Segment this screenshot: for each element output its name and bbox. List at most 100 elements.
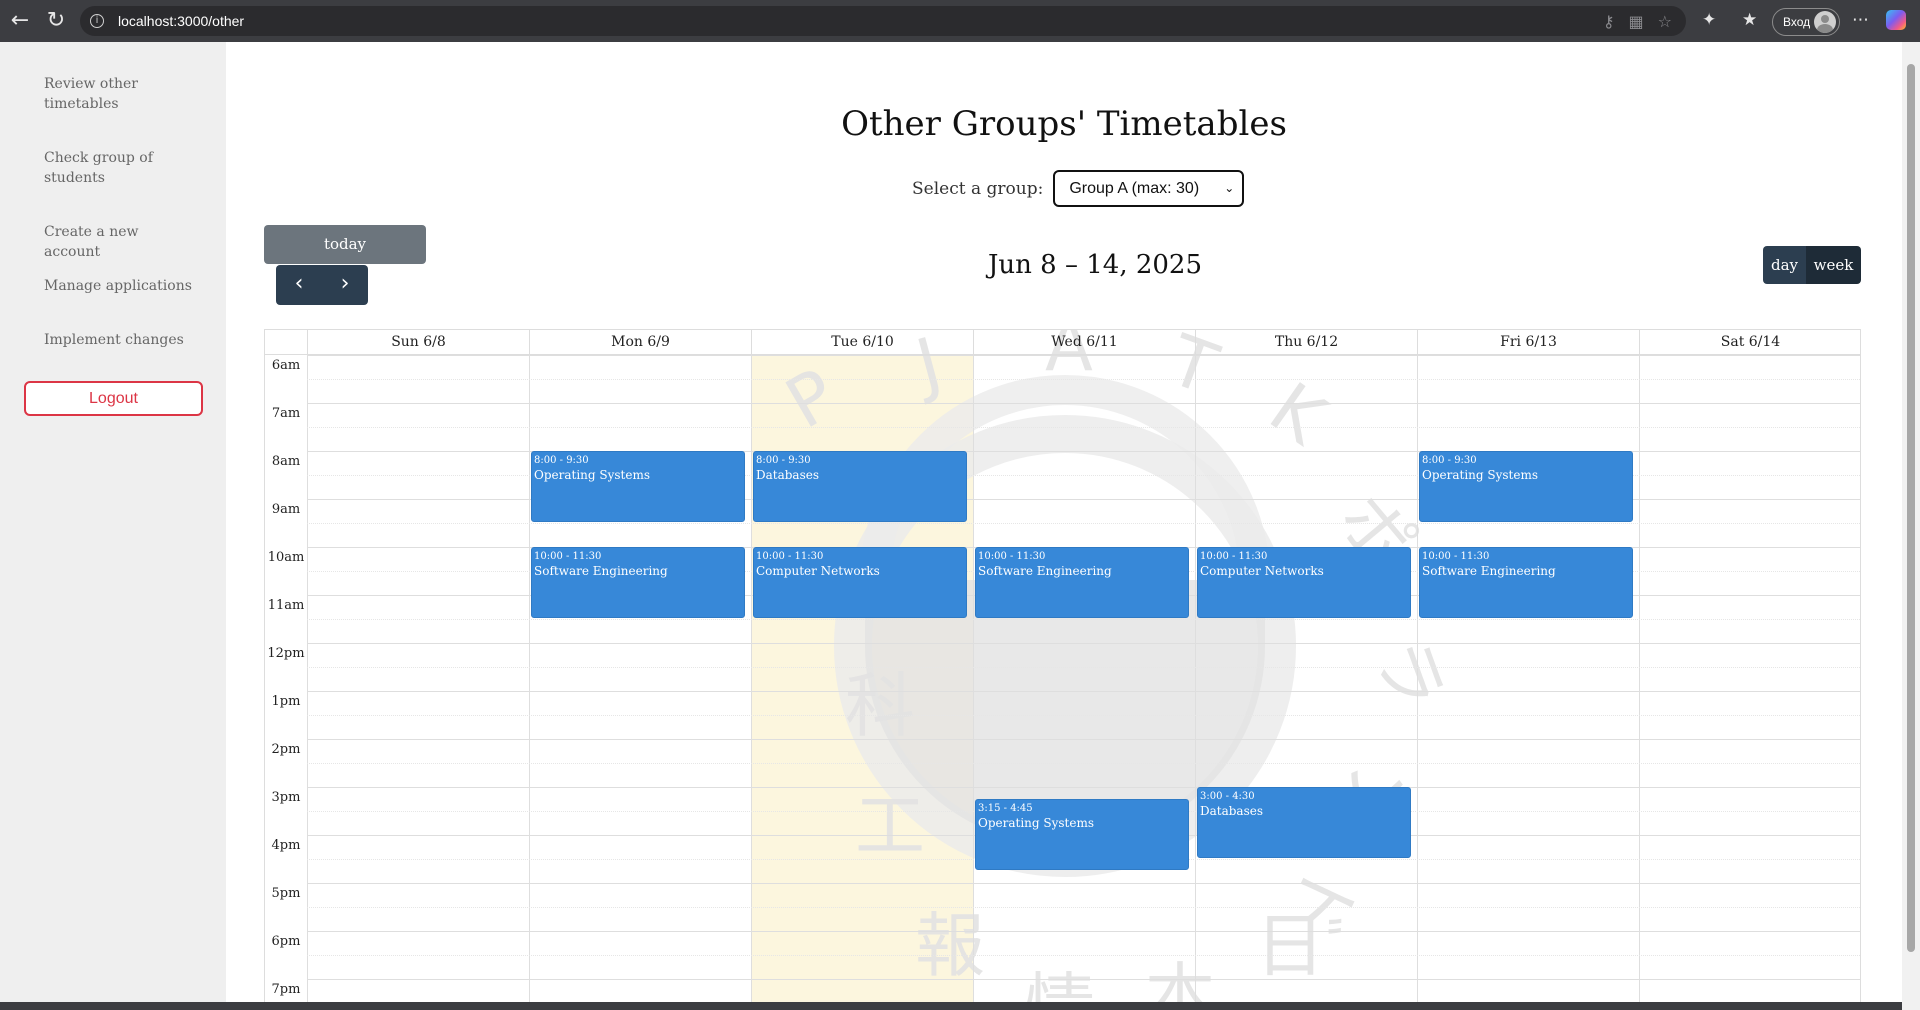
group-select-label: Select a group: bbox=[912, 178, 1044, 199]
half-hour-line bbox=[307, 907, 1860, 908]
day-column-header: Fri 6/13 bbox=[1417, 330, 1639, 355]
event-title: Operating Systems bbox=[978, 816, 1095, 830]
day-column-header: Tue 6/10 bbox=[751, 330, 973, 355]
scrollbar-thumb[interactable] bbox=[1907, 64, 1915, 952]
page-scrollbar[interactable] bbox=[1902, 42, 1920, 1010]
hour-line bbox=[307, 739, 1860, 740]
today-button[interactable]: today bbox=[264, 225, 426, 264]
svg-text:ラ: ラ bbox=[1359, 628, 1460, 722]
key-icon[interactable]: ⚷ bbox=[1603, 12, 1615, 31]
day-view-button[interactable]: day bbox=[1763, 246, 1806, 284]
day-column-header: Wed 6/11 bbox=[973, 330, 1195, 355]
event-title: Databases bbox=[756, 468, 820, 482]
copilot-icon[interactable] bbox=[1886, 10, 1906, 30]
address-bar[interactable]: i localhost:3000/other ⚷ ▦ ☆ bbox=[80, 6, 1686, 36]
calendar-event[interactable]: 10:00 - 11:30 Software Engineering bbox=[531, 547, 745, 618]
svg-text:K: K bbox=[1255, 367, 1341, 462]
sidebar-item-review-timetables[interactable]: Review other timetables bbox=[44, 74, 194, 114]
day-column-divider bbox=[1639, 355, 1640, 1002]
group-select[interactable]: Group A (max: 30) ⌄ bbox=[1053, 170, 1245, 207]
page-title: Other Groups' Timetables bbox=[841, 104, 1287, 144]
hour-line bbox=[307, 355, 1860, 356]
event-title: Databases bbox=[1200, 804, 1264, 818]
half-hour-line bbox=[307, 667, 1860, 668]
half-hour-line bbox=[307, 523, 1860, 524]
logout-button[interactable]: Logout bbox=[24, 381, 203, 416]
hour-line bbox=[307, 931, 1860, 932]
day-column-divider bbox=[751, 355, 752, 1002]
calendar-event[interactable]: 8:00 - 9:30 Operating Systems bbox=[531, 451, 745, 522]
time-slot-label: 3pm bbox=[271, 790, 301, 805]
time-slot-label: 1pm bbox=[271, 694, 301, 709]
event-title: Computer Networks bbox=[756, 564, 880, 578]
time-axis-header bbox=[265, 330, 307, 355]
date-range-title: Jun 8 – 14, 2025 bbox=[987, 250, 1203, 280]
calendar-event[interactable]: 10:00 - 11:30 Computer Networks bbox=[753, 547, 967, 618]
info-icon[interactable]: i bbox=[90, 14, 104, 28]
more-icon[interactable]: ⋯ bbox=[1852, 10, 1869, 30]
time-axis-divider bbox=[307, 330, 308, 1002]
sidebar-item-implement-changes[interactable]: Implement changes bbox=[44, 330, 194, 350]
day-column-divider bbox=[1195, 355, 1196, 1002]
day-column-header: Mon 6/9 bbox=[529, 330, 751, 355]
hour-line bbox=[307, 691, 1860, 692]
calendar-event[interactable]: 10:00 - 11:30 Computer Networks bbox=[1197, 547, 1411, 618]
prev-week-button[interactable]: ‹ bbox=[276, 265, 322, 305]
sidebar-item-create-account[interactable]: Create a new account bbox=[44, 222, 194, 262]
half-hour-line bbox=[307, 379, 1860, 380]
calendar-event[interactable]: 10:00 - 11:30 Software Engineering bbox=[975, 547, 1189, 618]
event-time: 8:00 - 9:30 bbox=[1422, 455, 1477, 466]
event-time: 8:00 - 9:30 bbox=[534, 455, 589, 466]
calendar-event[interactable]: 8:00 - 9:30 Databases bbox=[753, 451, 967, 522]
reload-icon[interactable]: ↻ bbox=[38, 0, 74, 42]
star-icon[interactable]: ☆ bbox=[1658, 12, 1672, 31]
time-slot-label: 2pm bbox=[271, 742, 301, 757]
time-slot-label: 10am bbox=[267, 550, 305, 565]
next-week-button[interactable]: › bbox=[322, 265, 368, 305]
half-hour-line bbox=[307, 715, 1860, 716]
chevron-left-icon: ‹ bbox=[294, 271, 304, 296]
sidebar: Review other timetables Check group of s… bbox=[0, 42, 226, 1002]
favorites-icon[interactable]: ★ bbox=[1742, 10, 1757, 30]
day-column-header: Sat 6/14 bbox=[1639, 330, 1860, 355]
day-column-divider bbox=[529, 355, 530, 1002]
day-column-header: Thu 6/12 bbox=[1195, 330, 1417, 355]
calendar-event[interactable]: 3:00 - 4:30 Databases bbox=[1197, 787, 1411, 858]
event-title: Software Engineering bbox=[978, 564, 1112, 578]
event-title: Software Engineering bbox=[1422, 564, 1556, 578]
url-text[interactable]: localhost:3000/other bbox=[118, 13, 244, 29]
time-slot-label: 4pm bbox=[271, 838, 301, 853]
event-time: 8:00 - 9:30 bbox=[756, 455, 811, 466]
svg-text:日: 日 bbox=[1255, 905, 1325, 987]
week-view-button[interactable]: week bbox=[1806, 246, 1861, 284]
back-icon[interactable]: ← bbox=[2, 0, 38, 42]
half-hour-line bbox=[307, 763, 1860, 764]
time-slot-label: 6am bbox=[271, 358, 301, 373]
calendar-event[interactable]: 8:00 - 9:30 Operating Systems bbox=[1419, 451, 1633, 522]
event-time: 10:00 - 11:30 bbox=[534, 551, 602, 562]
sidebar-item-manage-applications[interactable]: Manage applications bbox=[44, 276, 194, 296]
event-title: Operating Systems bbox=[534, 468, 651, 482]
browser-toolbar: ← ↻ i localhost:3000/other ⚷ ▦ ☆ ✦ ★ Вхо… bbox=[0, 0, 1920, 42]
event-time: 10:00 - 11:30 bbox=[1422, 551, 1490, 562]
week-calendar: P J A T K ポ ラ ン ド 日 本 情 報 工 科 大 Sun 6/8M… bbox=[264, 329, 1861, 1002]
app-grid-icon[interactable]: ▦ bbox=[1629, 12, 1644, 31]
window-bottom-strip bbox=[0, 1002, 1902, 1010]
event-time: 10:00 - 11:30 bbox=[1200, 551, 1268, 562]
time-slot-label: 8am bbox=[271, 454, 301, 469]
hour-line bbox=[307, 643, 1860, 644]
profile-button[interactable]: Вход bbox=[1772, 8, 1840, 36]
day-column-header: Sun 6/8 bbox=[307, 330, 529, 355]
day-column-divider bbox=[973, 355, 974, 1002]
group-select-value: Group A (max: 30) bbox=[1069, 179, 1200, 197]
hour-line bbox=[307, 403, 1860, 404]
time-slot-label: 6pm bbox=[271, 934, 301, 949]
calendar-event[interactable]: 3:15 - 4:45 Operating Systems bbox=[975, 799, 1189, 870]
calendar-event[interactable]: 10:00 - 11:30 Software Engineering bbox=[1419, 547, 1633, 618]
group-selector: Select a group: Group A (max: 30) ⌄ bbox=[912, 170, 1245, 207]
day-column-divider bbox=[1417, 355, 1418, 1002]
sidebar-item-check-group[interactable]: Check group of students bbox=[44, 148, 194, 188]
event-title: Operating Systems bbox=[1422, 468, 1539, 482]
extensions-icon[interactable]: ✦ bbox=[1702, 10, 1716, 30]
svg-text:ド: ド bbox=[1270, 853, 1374, 951]
